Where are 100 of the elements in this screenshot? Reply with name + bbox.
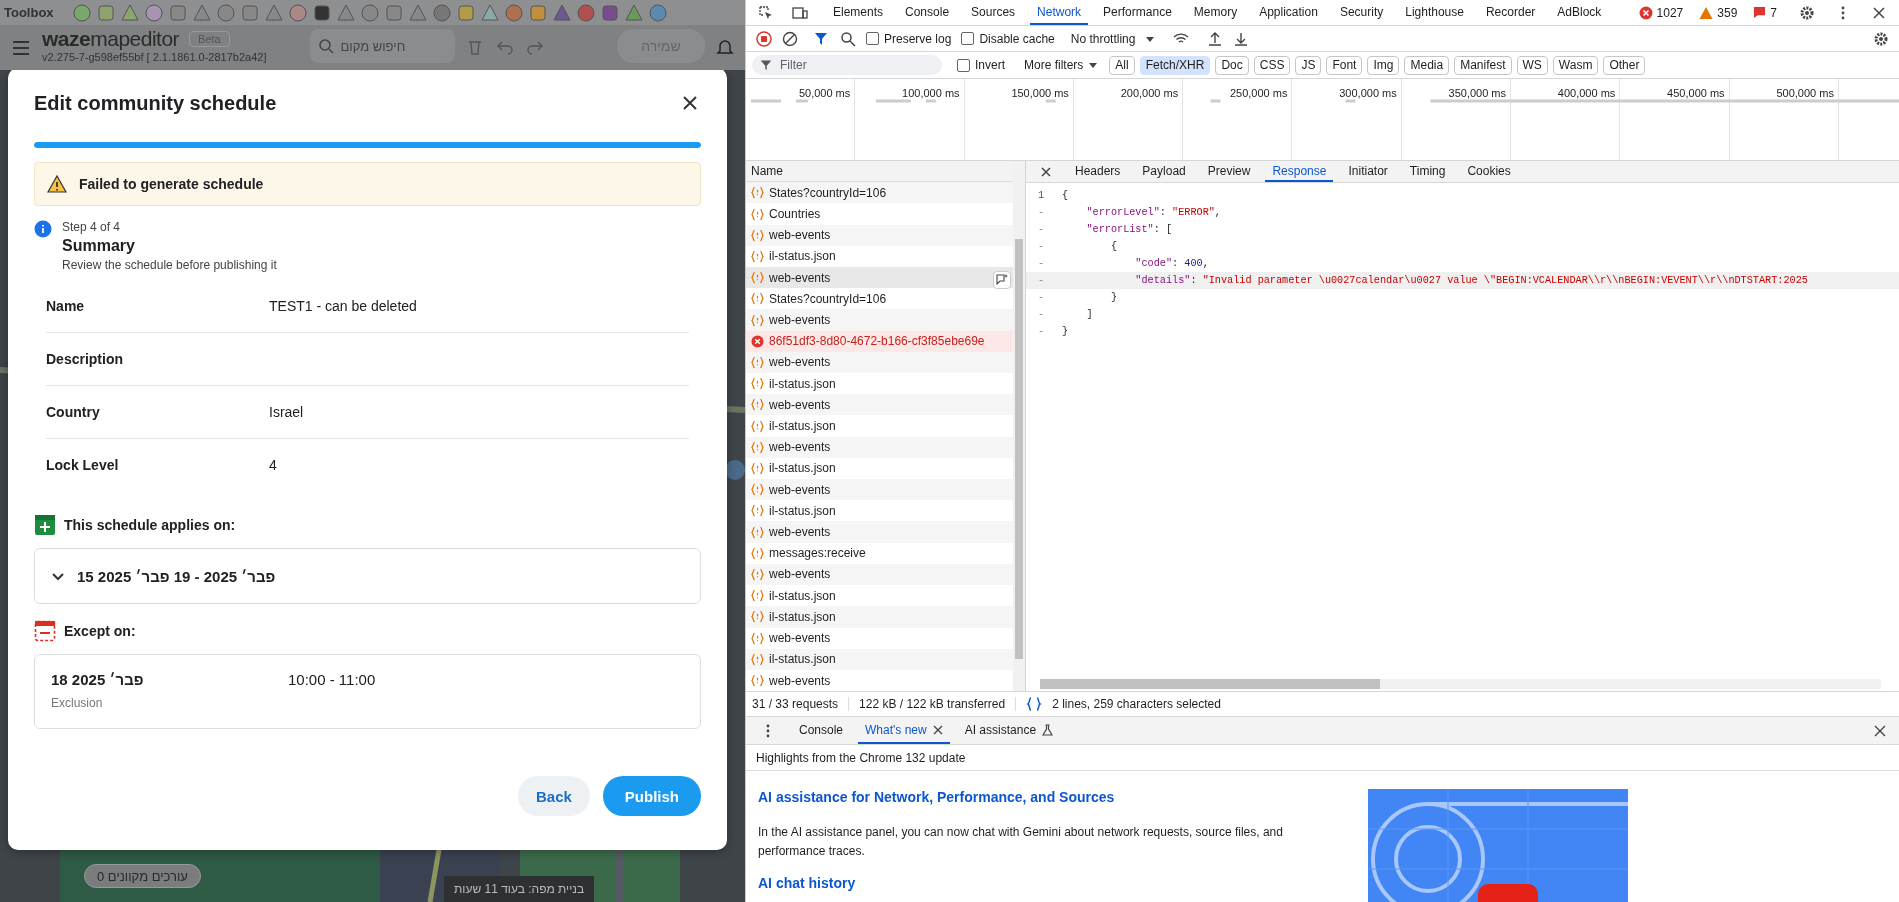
timeline-tick: 200,000 ms bbox=[1120, 87, 1179, 99]
line-number: - bbox=[1036, 207, 1045, 218]
toolbox-label: Toolbox bbox=[4, 5, 54, 20]
filter-chip[interactable]: Fetch/XHR bbox=[1139, 55, 1211, 75]
exception-date: פבר׳ 2025 18 bbox=[51, 671, 145, 688]
request-row[interactable]: web-events bbox=[746, 309, 1013, 331]
devtools-tab[interactable]: Security bbox=[1332, 0, 1391, 25]
map-build-bar: בניית מפה: בעוד 11 שעות bbox=[444, 876, 595, 902]
panel-header: Highlights from the Chrome 132 update bbox=[756, 750, 966, 765]
request-row[interactable]: States?countryId=106 bbox=[746, 182, 1013, 204]
request-row[interactable]: il-status.json bbox=[746, 606, 1013, 628]
exception-time: 10:00 - 11:00 bbox=[288, 670, 376, 688]
version-text: v2.275-7-g598ef55bf [ 2.1.1861.0-2817b2a42] bbox=[42, 51, 267, 63]
column-header: Name bbox=[751, 164, 783, 179]
field-label: Country bbox=[46, 404, 101, 420]
devtools-tab[interactable]: AdBlock bbox=[1550, 0, 1609, 25]
news-title[interactable]: AI chat history bbox=[758, 875, 1368, 891]
field-value: 4 bbox=[269, 457, 277, 473]
timeline-tick: 250,000 ms bbox=[1229, 87, 1288, 99]
line-number: - bbox=[1036, 292, 1045, 303]
filter-chip[interactable]: WS bbox=[1516, 55, 1548, 75]
devtools-tab[interactable]: Lighthouse bbox=[1398, 0, 1471, 25]
request-row[interactable]: il-status.json bbox=[746, 648, 1013, 670]
drawer-tab[interactable]: AI assistance bbox=[957, 717, 1061, 744]
filter-chip[interactable]: Wasm bbox=[1552, 55, 1599, 75]
step-description: Review the schedule before publishing it bbox=[62, 258, 277, 272]
code-line: "errorList": [ bbox=[1085, 224, 1173, 235]
request-row[interactable]: web-events bbox=[746, 267, 1013, 289]
line-number: - bbox=[1036, 258, 1045, 269]
request-row[interactable]: web-events bbox=[746, 224, 1013, 246]
more-filters-dropdown[interactable]: More filters bbox=[1024, 58, 1084, 72]
filter-chip[interactable]: CSS bbox=[1253, 55, 1291, 75]
timeline-tick: 500,000 ms bbox=[1776, 87, 1834, 99]
request-row[interactable]: 86f51df3-8d80-4672-b166-cf3f85ebe69e bbox=[746, 330, 1013, 352]
request-row[interactable]: web-events bbox=[746, 436, 1013, 458]
filter-chip[interactable]: Manifest bbox=[1454, 55, 1512, 75]
drawer-tab[interactable]: What's new bbox=[858, 717, 950, 744]
detail-tab[interactable]: Preview bbox=[1200, 161, 1258, 182]
devtools-tab[interactable]: Application bbox=[1252, 0, 1325, 25]
timeline-tick: 400,000 ms bbox=[1557, 87, 1616, 99]
request-row[interactable]: web-events bbox=[746, 394, 1013, 416]
filter-field[interactable]: Filter bbox=[752, 55, 942, 75]
field-label: Description bbox=[46, 351, 124, 367]
news-text: In the AI assistance panel, you can now chat with Gemini about network requests, source files, and performance traces. bbox=[758, 824, 1284, 860]
request-row[interactable]: web-events bbox=[746, 351, 1013, 374]
app-logo: wazemapeditor bbox=[42, 29, 180, 49]
detail-tab[interactable]: Response bbox=[1265, 161, 1334, 182]
detail-tab[interactable]: Initiator bbox=[1341, 161, 1395, 182]
devtools-tab[interactable]: Memory bbox=[1186, 0, 1245, 25]
filter-chip[interactable]: Font bbox=[1326, 55, 1363, 75]
throttling-select[interactable]: No throttling bbox=[1070, 31, 1136, 46]
field-label: Lock Level bbox=[46, 457, 120, 473]
field-value: TEST1 - can be deleted bbox=[269, 298, 417, 314]
devtools-tab[interactable]: Performance bbox=[1096, 0, 1179, 25]
dialog-title: Edit community schedule bbox=[34, 91, 277, 115]
code-line: } bbox=[1109, 292, 1118, 303]
invert-checkbox[interactable]: Invert bbox=[957, 58, 1005, 72]
timeline-tick: 350,000 ms bbox=[1448, 87, 1506, 99]
devtools-tab[interactable]: Elements bbox=[826, 0, 891, 25]
warning-count: 359 bbox=[1699, 5, 1738, 20]
line-number: - bbox=[1036, 326, 1045, 337]
timeline-tick: 50,000 ms bbox=[798, 87, 851, 99]
status-text: 2 lines, 259 characters selected bbox=[1052, 697, 1221, 711]
detail-tab[interactable]: Payload bbox=[1135, 161, 1193, 182]
devtools-tab[interactable]: Console bbox=[898, 0, 957, 25]
detail-tab[interactable]: Cookies bbox=[1460, 161, 1518, 182]
section-heading: Except on: bbox=[64, 623, 136, 639]
drawer-tab[interactable]: Console bbox=[792, 717, 851, 744]
filter-chip[interactable]: Other bbox=[1603, 55, 1646, 75]
filter-chip[interactable]: Media bbox=[1404, 55, 1450, 75]
status-text: 122 kB / 122 kB transferred bbox=[859, 697, 1017, 711]
filter-chip[interactable]: JS bbox=[1295, 55, 1322, 75]
filter-chip[interactable]: Doc bbox=[1215, 55, 1249, 75]
date-range-toggle[interactable]: פבר׳ 2025 - 19 פבר׳ 2025 15 bbox=[51, 567, 276, 585]
request-row[interactable]: web-events bbox=[746, 563, 1013, 586]
code-line: { bbox=[1109, 241, 1118, 252]
filter-chip[interactable]: Img bbox=[1367, 55, 1400, 75]
error-count: 1027 bbox=[1638, 5, 1684, 20]
devtools-tab[interactable]: Recorder bbox=[1478, 0, 1543, 25]
step-counter: Step 4 of 4 bbox=[62, 220, 122, 234]
code-line: "details": "Invalid parameter \u0027calendar\u0027 value \"BEGIN:VCALENDAR\\r\\nBEGIN:VEVENT\\r\\nDTSTART:2025 bbox=[1134, 275, 1808, 286]
news-title[interactable]: AI assistance for Network, Performance, and Sources bbox=[758, 789, 1368, 805]
online-editors-chip: עורכים מקוונים 0 bbox=[84, 864, 201, 888]
line-number: - bbox=[1036, 241, 1045, 252]
detail-tab[interactable]: Headers bbox=[1068, 161, 1128, 182]
request-row[interactable]: web-events bbox=[746, 521, 1013, 543]
code-line: "errorLevel": "ERROR", bbox=[1085, 207, 1221, 218]
field-value: Israel bbox=[269, 404, 304, 420]
code-line: "code": 400, bbox=[1134, 258, 1209, 269]
disable-cache-checkbox[interactable]: Disable cache bbox=[961, 31, 1055, 46]
back-button[interactable]: Back bbox=[517, 776, 590, 816]
line-number: - bbox=[1036, 275, 1045, 286]
preserve-log-checkbox[interactable]: Preserve log bbox=[866, 31, 952, 46]
step-title: Summary bbox=[62, 237, 136, 255]
request-row[interactable]: web-events bbox=[746, 479, 1013, 501]
devtools-tab[interactable]: Sources bbox=[964, 0, 1023, 25]
code-line: } bbox=[1062, 326, 1069, 337]
status-text: 31 / 33 requests bbox=[752, 697, 850, 711]
detail-tab[interactable]: Timing bbox=[1402, 161, 1453, 182]
filter-chip[interactable]: All bbox=[1109, 55, 1135, 75]
